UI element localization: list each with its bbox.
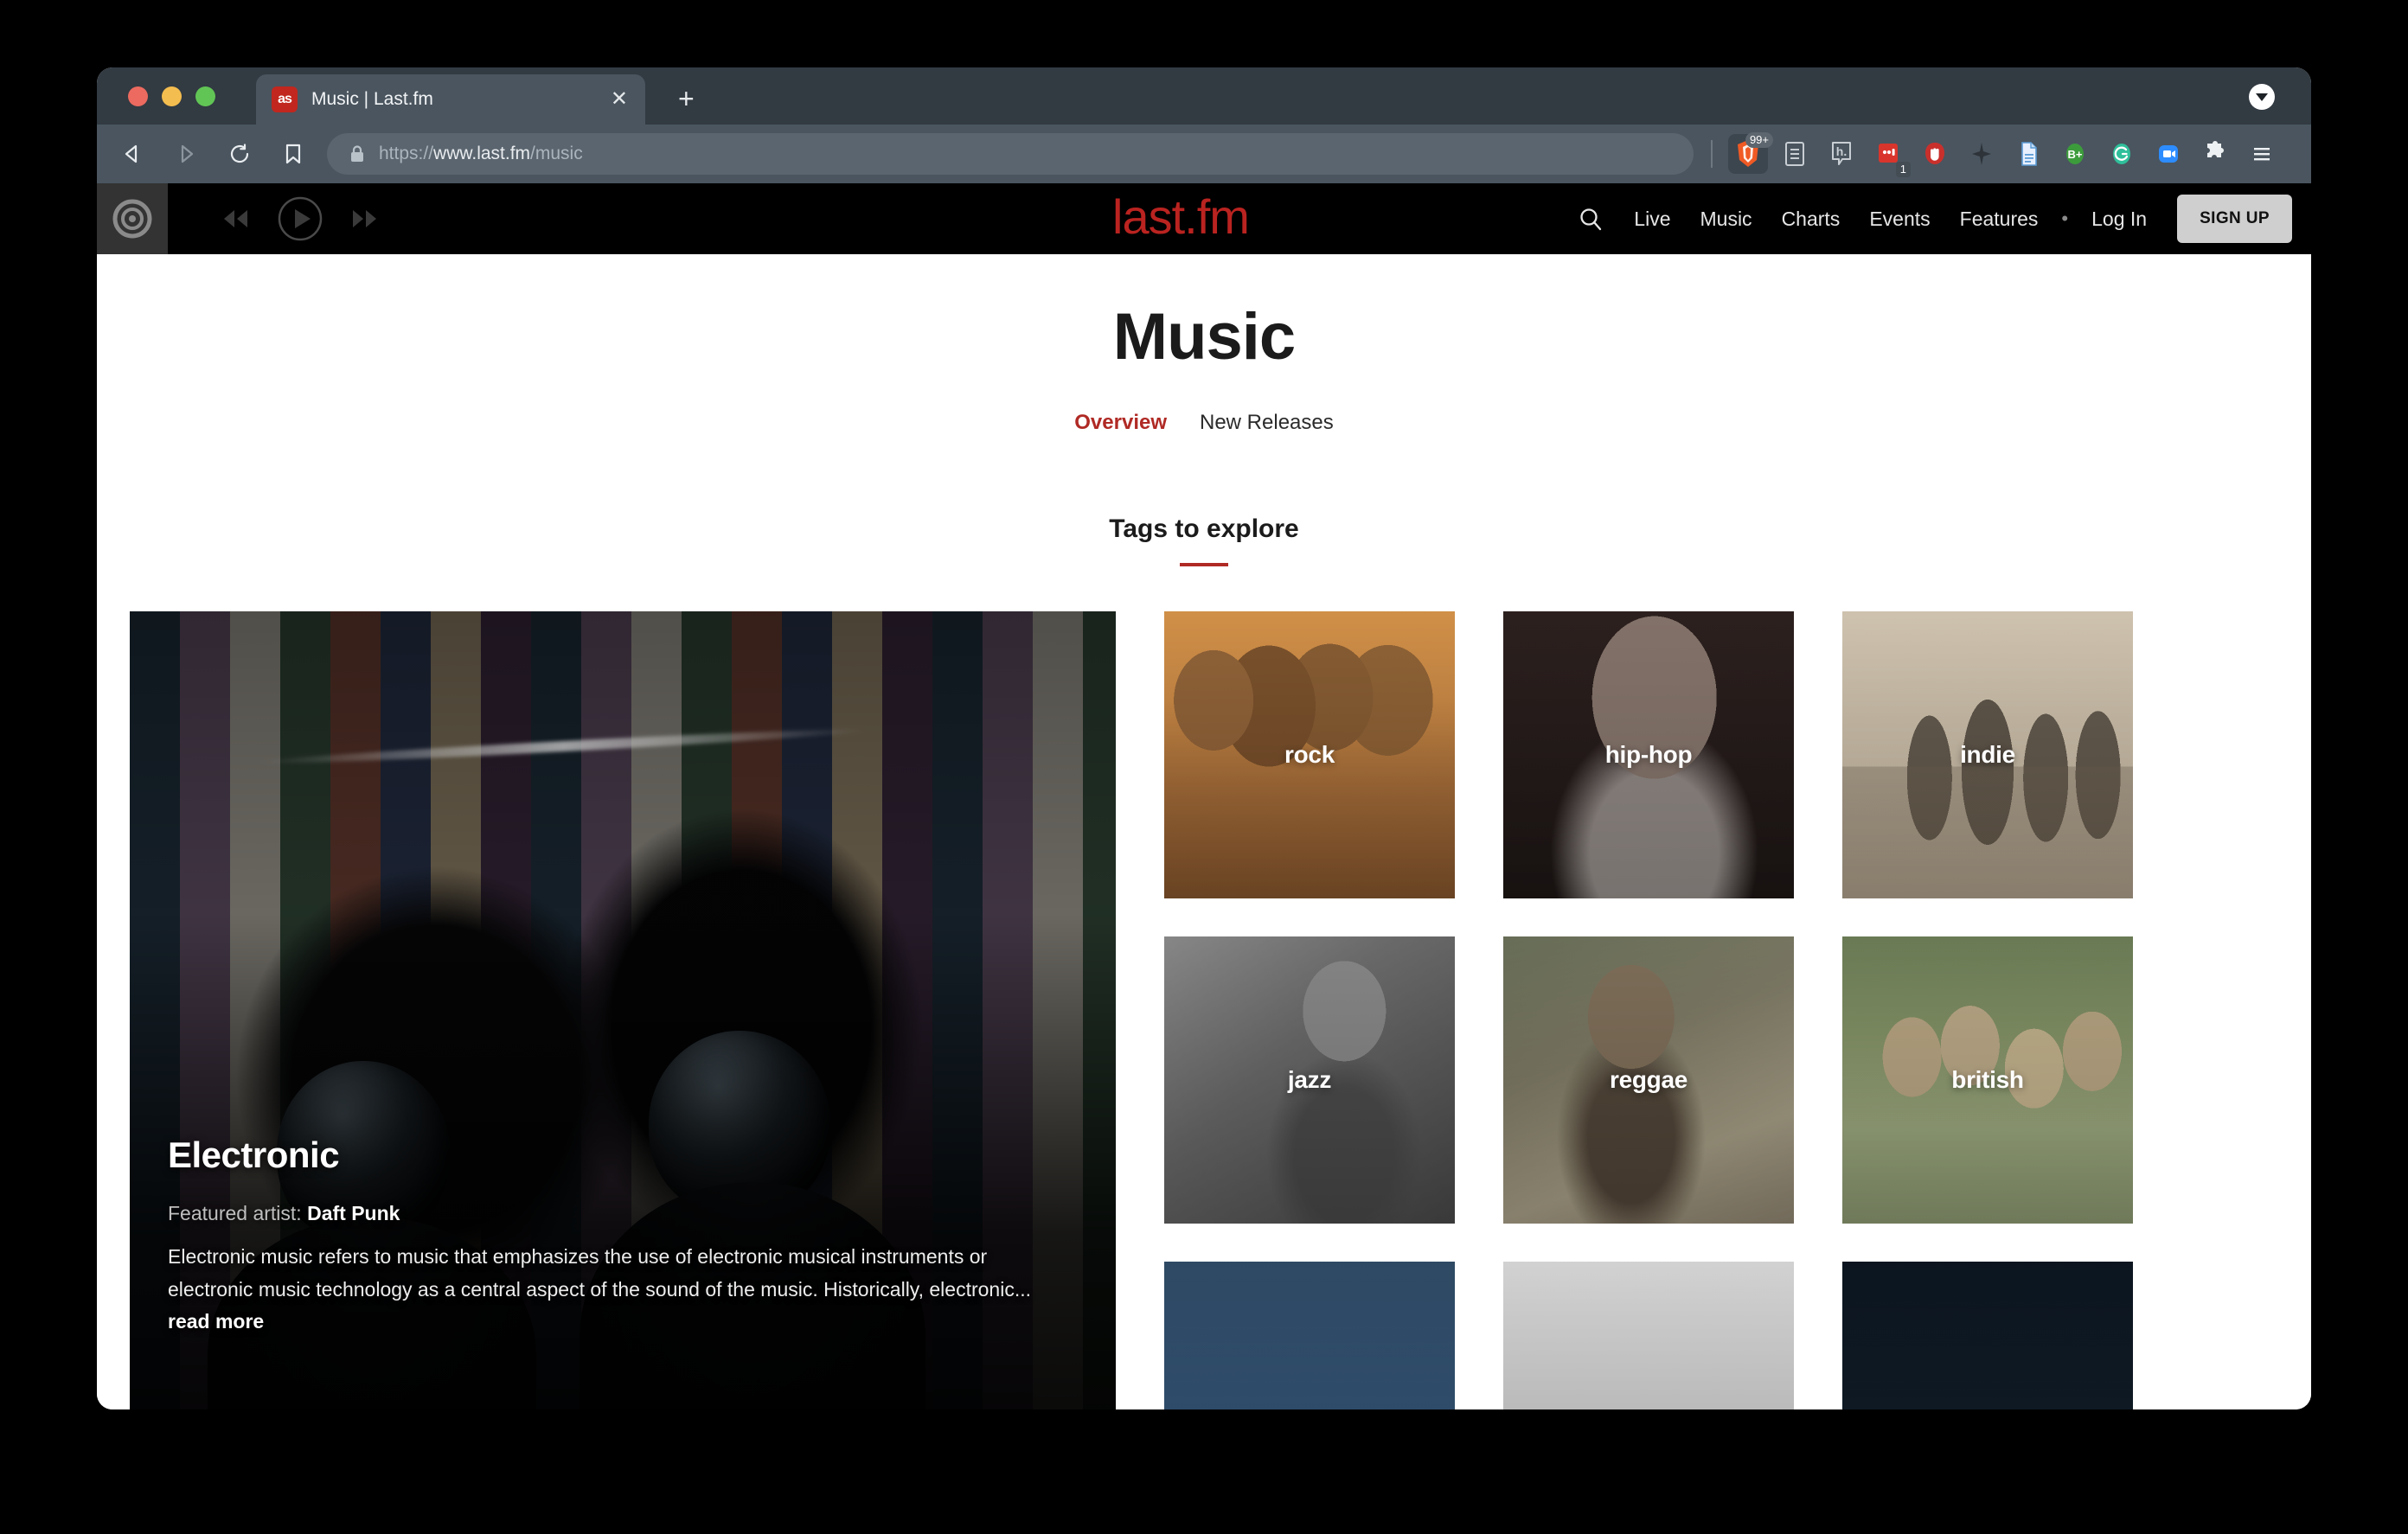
lastfm-logo[interactable]: last.fm <box>1112 192 1296 246</box>
brave-shields-icon[interactable]: 99+ <box>1728 132 1773 174</box>
featured-artist-line: Featured artist: Daft Punk <box>168 1202 1078 1225</box>
read-more-link[interactable]: read more <box>168 1310 264 1333</box>
tab-title: Music | Last.fm <box>311 89 433 109</box>
hypothesis-icon[interactable]: h. <box>1822 134 1861 174</box>
nav-item-features[interactable]: Features <box>1945 208 2053 231</box>
main-content: Music Overview New Releases Tags to expl… <box>97 254 2311 1409</box>
featured-description-text: Electronic music refers to music that em… <box>168 1245 1031 1301</box>
featured-caption: Electronic Featured artist: Daft Punk El… <box>168 1135 1078 1338</box>
search-icon[interactable] <box>1571 206 1619 232</box>
tag-card-jazz[interactable]: jazz <box>1164 936 1455 1224</box>
ublock-origin-icon[interactable] <box>1915 134 1955 174</box>
google-docs-icon[interactable] <box>2008 134 2048 174</box>
url-text: https://www.last.fm/music <box>379 144 583 164</box>
menu-icon[interactable] <box>2242 134 2282 174</box>
tab-overview[interactable]: Overview <box>1074 411 1167 435</box>
extensions-toolbar: 99+ h. 1 B+ <box>1707 132 2285 177</box>
pocket-icon[interactable]: 1 <box>1868 134 1911 177</box>
extensions-puzzle-icon[interactable] <box>2195 134 2235 174</box>
pocket-badge: 1 <box>1895 161 1911 177</box>
tag-tint <box>1842 1262 2133 1409</box>
chevron-down-icon <box>2256 93 2268 101</box>
tag-tint <box>1503 1262 1794 1409</box>
signup-button[interactable]: SIGN UP <box>2177 195 2292 243</box>
brave-shields-badge: 99+ <box>1745 132 1773 148</box>
section-header: Tags to explore <box>97 515 2311 566</box>
grammarly-icon[interactable] <box>2102 134 2142 174</box>
tag-label: reggae <box>1609 1066 1688 1093</box>
featured-tag-card[interactable]: Electronic Featured artist: Daft Punk El… <box>130 611 1116 1409</box>
tag-card-hip-hop[interactable]: hip-hop <box>1503 611 1794 898</box>
login-link[interactable]: Log In <box>2077 208 2161 231</box>
featured-artist-label: Featured artist: <box>168 1202 302 1225</box>
window-traffic-lights <box>128 86 215 106</box>
forward-icon[interactable] <box>171 139 201 169</box>
url-host: www.last.fm <box>433 144 531 163</box>
tag-card-british[interactable]: british <box>1842 936 2133 1224</box>
toolbar-divider <box>1711 140 1713 168</box>
featured-tag-title: Electronic <box>168 1135 340 1176</box>
sparkle-icon[interactable] <box>1962 134 2001 174</box>
tag-card-reggae[interactable]: reggae <box>1503 936 1794 1224</box>
tab-new-releases[interactable]: New Releases <box>1200 411 1334 435</box>
navigation-buttons <box>118 139 308 169</box>
maximize-window-button[interactable] <box>195 86 215 106</box>
tag-card-row3-1[interactable] <box>1164 1262 1455 1409</box>
browser-toolbar: https://www.last.fm/music 99+ h. 1 B+ <box>97 125 2311 183</box>
close-window-button[interactable] <box>128 86 148 106</box>
reload-icon[interactable] <box>225 139 254 169</box>
tag-card-row3-2[interactable] <box>1503 1262 1794 1409</box>
next-track-icon[interactable] <box>348 206 381 232</box>
site-header: last.fm Live Music Charts Events Feature… <box>97 183 2311 254</box>
bitwarden-icon[interactable]: B+ <box>2055 134 2095 174</box>
section-title: Tags to explore <box>1109 515 1299 543</box>
tag-label: indie <box>1960 741 2015 768</box>
back-icon[interactable] <box>118 139 147 169</box>
tag-label: british <box>1951 1066 2024 1093</box>
svg-text:h.: h. <box>1836 144 1847 158</box>
tag-label: rock <box>1284 741 1335 768</box>
close-tab-icon[interactable]: ✕ <box>607 89 631 110</box>
nav-separator-dot: • <box>2061 208 2069 229</box>
player-controls <box>220 195 381 242</box>
profile-avatar-button[interactable] <box>2249 84 2275 110</box>
url-path: /music <box>530 144 583 163</box>
tags-grid-wrapper: Electronic Featured artist: Daft Punk El… <box>97 611 2311 1409</box>
tag-card-indie[interactable]: indie <box>1842 611 2133 898</box>
featured-description: Electronic music refers to music that em… <box>168 1241 1050 1338</box>
reader-mode-icon[interactable] <box>1775 134 1815 174</box>
tag-card-rock[interactable]: rock <box>1164 611 1455 898</box>
tag-grid: rock hip-hop indie jazz reggae british <box>1164 611 2133 1409</box>
new-tab-button[interactable]: + <box>678 85 695 112</box>
bookmark-icon[interactable] <box>279 139 308 169</box>
scrobble-logo-icon[interactable] <box>97 183 168 254</box>
featured-artist-name[interactable]: Daft Punk <box>307 1202 400 1224</box>
previous-track-icon[interactable] <box>220 206 253 232</box>
play-button-icon[interactable] <box>277 195 323 242</box>
browser-tab[interactable]: as Music | Last.fm ✕ <box>256 74 645 125</box>
svg-text:last.fm: last.fm <box>1112 192 1249 244</box>
tag-card-row3-3[interactable] <box>1842 1262 2133 1409</box>
lastfm-favicon-icon: as <box>272 86 298 112</box>
tag-tint <box>1164 1262 1455 1409</box>
zoom-icon[interactable] <box>2149 134 2188 174</box>
nav-item-live[interactable]: Live <box>1619 208 1685 231</box>
browser-window: as Music | Last.fm ✕ + https://www.last.… <box>97 67 2311 1409</box>
sub-tabs: Overview New Releases <box>97 411 2311 435</box>
nav-item-charts[interactable]: Charts <box>1767 208 1855 231</box>
tag-label: jazz <box>1287 1066 1332 1093</box>
nav-item-events[interactable]: Events <box>1854 208 1944 231</box>
site-nav: Live Music Charts Events Features • Log … <box>1571 195 2292 243</box>
url-scheme: https:// <box>379 144 434 163</box>
nav-item-music[interactable]: Music <box>1686 208 1767 231</box>
address-bar[interactable]: https://www.last.fm/music <box>327 133 1694 175</box>
page-viewport: last.fm Live Music Charts Events Feature… <box>97 183 2311 1409</box>
section-underline <box>1180 563 1228 566</box>
tag-label: hip-hop <box>1604 741 1693 768</box>
tab-strip: as Music | Last.fm ✕ + <box>97 67 2311 125</box>
lock-icon <box>349 144 365 163</box>
minimize-window-button[interactable] <box>162 86 182 106</box>
svg-text:B+: B+ <box>2068 148 2083 161</box>
page-title: Music <box>1112 300 1296 374</box>
